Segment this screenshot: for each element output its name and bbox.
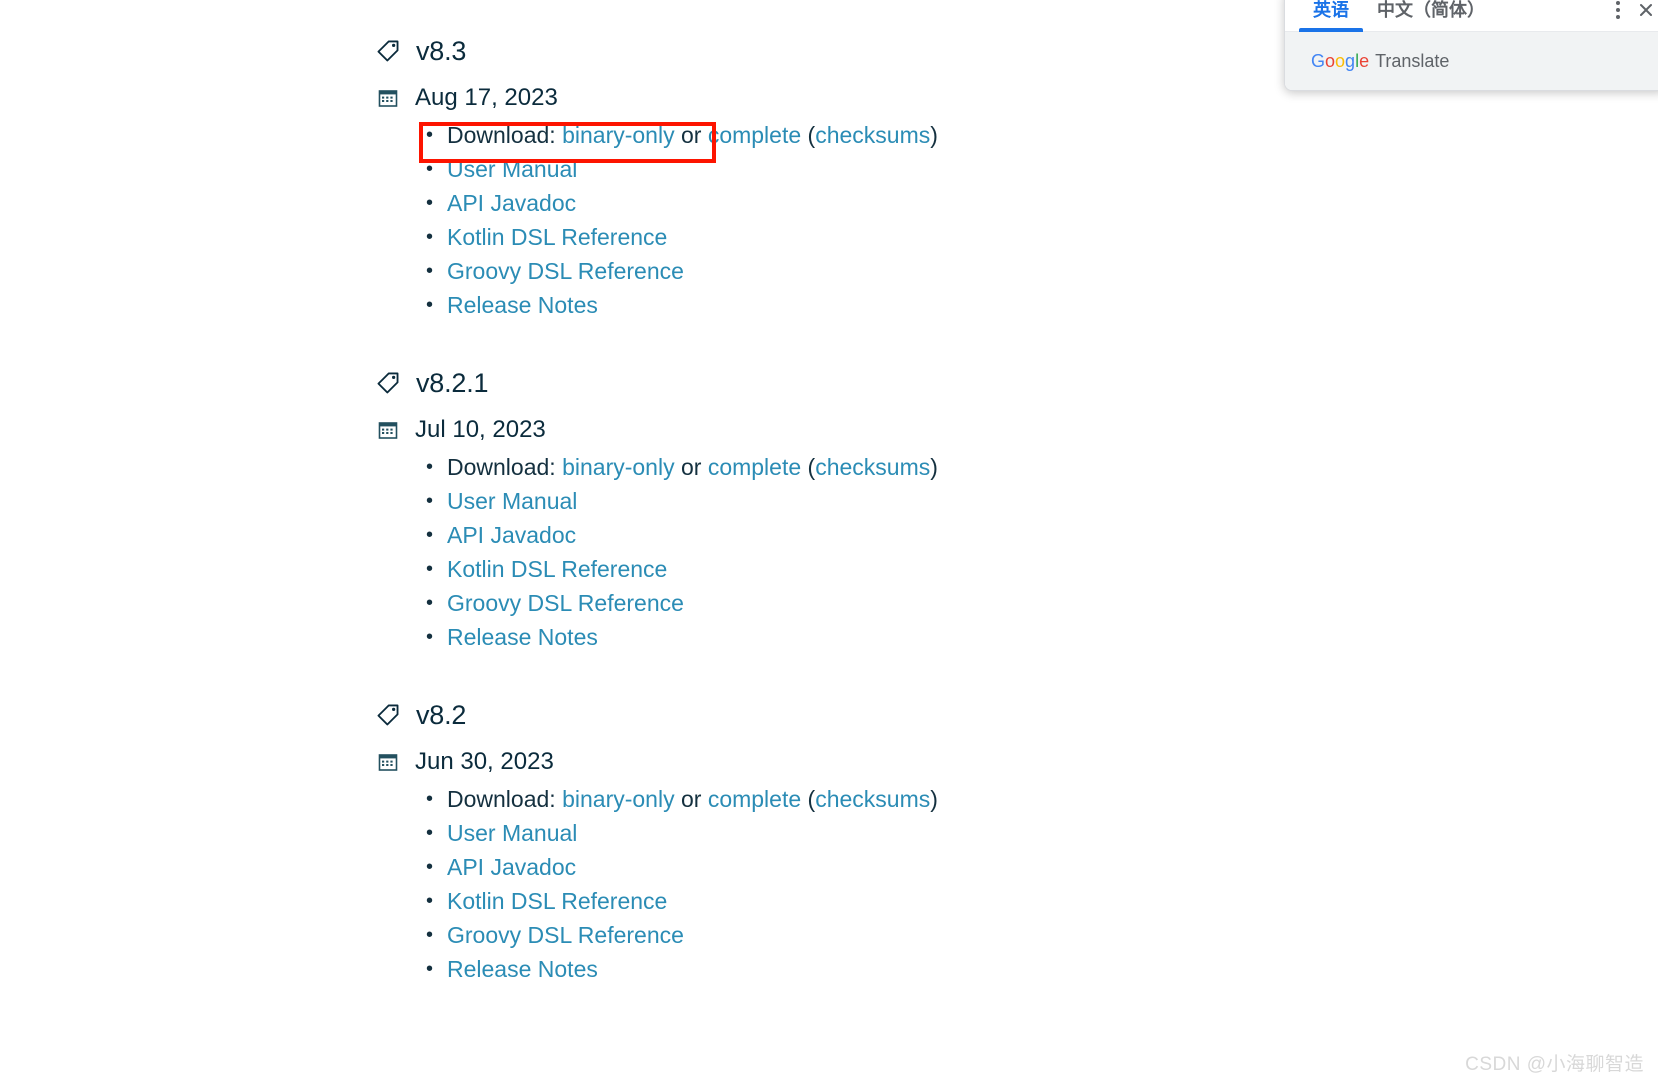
release-date-label: Jul 10, 2023 <box>415 416 546 443</box>
list-item: User Manual <box>426 484 1210 518</box>
release-resource-link[interactable]: Groovy DSL Reference <box>447 922 684 948</box>
list-item: User Manual <box>426 816 1210 850</box>
release-resource-link[interactable]: User Manual <box>447 156 577 182</box>
list-item: User Manual <box>426 152 1210 186</box>
tab-language-english-label: 英语 <box>1313 0 1349 20</box>
list-item: Kotlin DSL Reference <box>426 884 1210 918</box>
translate-language-tabs: 英语 中文（简体） <box>1285 0 1658 32</box>
release-date-row: Jun 30, 2023 <box>0 746 1210 778</box>
calendar-icon <box>378 420 415 440</box>
link-complete[interactable]: complete <box>708 454 801 480</box>
release-version-label: v8.2.1 <box>416 367 489 398</box>
paren-close: ) <box>930 786 938 812</box>
release-resource-link[interactable]: User Manual <box>447 488 577 514</box>
release-version-label: v8.3 <box>416 35 467 66</box>
release-date-row: Jul 10, 2023 <box>0 414 1210 446</box>
release-date-label: Aug 17, 2023 <box>415 84 558 111</box>
release-block: v8.2 Jun 30, 2023 Download: binary-only or… <box>0 698 1210 986</box>
link-checksums[interactable]: checksums <box>815 454 930 480</box>
list-item: Release Notes <box>426 952 1210 986</box>
calendar-icon <box>378 752 415 772</box>
list-item: API Javadoc <box>426 850 1210 884</box>
release-resource-link[interactable]: Kotlin DSL Reference <box>447 888 667 914</box>
translate-word: Translate <box>1375 50 1450 71</box>
tab-language-chinese[interactable]: 中文（简体） <box>1363 0 1499 31</box>
link-complete[interactable]: complete <box>708 122 801 148</box>
release-resource-link[interactable]: Release Notes <box>447 624 598 650</box>
list-item: Kotlin DSL Reference <box>426 552 1210 586</box>
list-item: API Javadoc <box>426 186 1210 220</box>
release-version-row: v8.3 <box>0 34 1210 68</box>
link-checksums[interactable]: checksums <box>815 786 930 812</box>
list-item: Release Notes <box>426 288 1210 322</box>
google-translate-popup[interactable]: 英语 中文（简体） Google Translate <box>1284 0 1658 91</box>
releases-list: v8.3 Aug 17, 2023 Download: binary-only or… <box>0 0 1210 1030</box>
list-item: Release Notes <box>426 620 1210 654</box>
list-item: Groovy DSL Reference <box>426 918 1210 952</box>
release-version-row: v8.2.1 <box>0 366 1210 400</box>
close-icon[interactable] <box>1631 0 1658 23</box>
release-links-list: Download: binary-only or complete (check… <box>0 782 1210 986</box>
release-resource-link[interactable]: API Javadoc <box>447 190 576 216</box>
download-line: Download: binary-only or complete (check… <box>426 782 1210 816</box>
release-resource-link[interactable]: Groovy DSL Reference <box>447 258 684 284</box>
paren-close: ) <box>930 454 938 480</box>
download-prefix-label: Download: <box>447 122 556 148</box>
csdn-watermark: CSDN @小海聊智造 <box>1465 1054 1644 1075</box>
release-version-row: v8.2 <box>0 698 1210 732</box>
google-logo-text: Google <box>1311 50 1370 71</box>
release-resource-link[interactable]: Kotlin DSL Reference <box>447 556 667 582</box>
link-checksums[interactable]: checksums <box>815 122 930 148</box>
release-date-label: Jun 30, 2023 <box>415 748 554 775</box>
tag-icon <box>375 370 416 396</box>
release-date-row: Aug 17, 2023 <box>0 82 1210 114</box>
release-block: v8.3 Aug 17, 2023 Download: binary-only or… <box>0 34 1210 322</box>
link-complete[interactable]: complete <box>708 786 801 812</box>
or-label: or <box>680 786 702 812</box>
or-label: or <box>680 122 702 148</box>
download-line: Download: binary-only or complete (check… <box>426 118 1210 152</box>
release-resource-link[interactable]: Kotlin DSL Reference <box>447 224 667 250</box>
download-line: Download: binary-only or complete (check… <box>426 450 1210 484</box>
release-resource-link[interactable]: Groovy DSL Reference <box>447 590 684 616</box>
release-block: v8.2.1 Jul 10, 2023 Download: binary-only … <box>0 366 1210 654</box>
tag-icon <box>375 38 416 64</box>
tab-language-chinese-label: 中文（简体） <box>1377 0 1485 20</box>
tag-icon <box>375 702 416 728</box>
download-prefix-label: Download: <box>447 786 556 812</box>
link-binary-only[interactable]: binary-only <box>562 786 675 812</box>
paren-close: ) <box>930 122 938 148</box>
release-resource-link[interactable]: API Javadoc <box>447 854 576 880</box>
release-resource-link[interactable]: Release Notes <box>447 956 598 982</box>
list-item: Groovy DSL Reference <box>426 254 1210 288</box>
release-links-list: Download: binary-only or complete (check… <box>0 450 1210 654</box>
download-prefix-label: Download: <box>447 454 556 480</box>
release-version-label: v8.2 <box>416 699 467 730</box>
list-item: API Javadoc <box>426 518 1210 552</box>
calendar-icon <box>378 88 415 108</box>
or-label: or <box>680 454 702 480</box>
release-resource-link[interactable]: Release Notes <box>447 292 598 318</box>
list-item: Kotlin DSL Reference <box>426 220 1210 254</box>
release-resource-link[interactable]: API Javadoc <box>447 522 576 548</box>
list-item: Groovy DSL Reference <box>426 586 1210 620</box>
more-vertical-icon[interactable] <box>1605 0 1631 23</box>
release-resource-link[interactable]: User Manual <box>447 820 577 846</box>
link-binary-only[interactable]: binary-only <box>562 454 675 480</box>
translate-popup-actions <box>1605 0 1658 31</box>
google-translate-attribution: Google Translate <box>1285 32 1658 90</box>
release-links-list: Download: binary-only or complete (check… <box>0 118 1210 322</box>
tab-language-english[interactable]: 英语 <box>1299 0 1363 32</box>
link-binary-only[interactable]: binary-only <box>562 122 675 148</box>
